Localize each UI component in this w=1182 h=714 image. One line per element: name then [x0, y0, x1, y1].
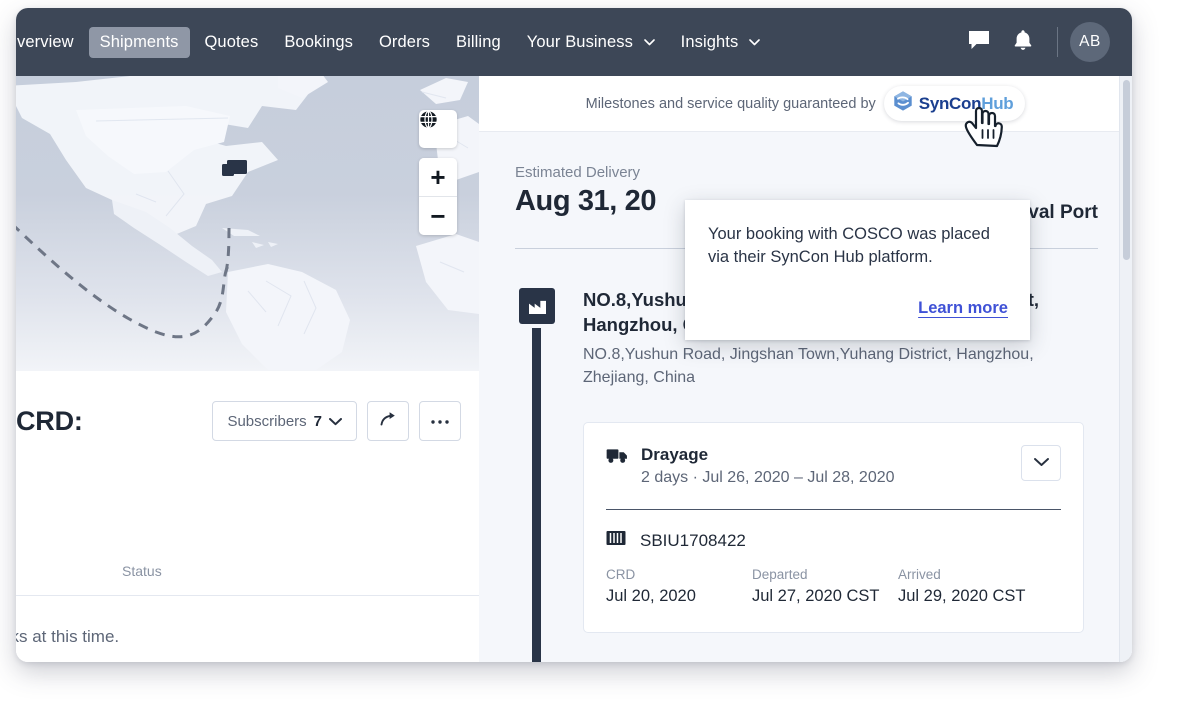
- leg-expand-button[interactable]: [1021, 445, 1061, 481]
- factory-icon: [519, 288, 555, 324]
- nav-item-label: Billing: [456, 32, 501, 51]
- notifications-button[interactable]: [1001, 20, 1045, 64]
- estimated-delivery-value: Aug 31, 20: [515, 185, 657, 217]
- shipment-map[interactable]: + −: [16, 76, 479, 371]
- tasks-empty-row: sks at this time.: [16, 596, 479, 662]
- nav-divider: [1057, 27, 1058, 57]
- avatar-initials: AB: [1079, 33, 1101, 50]
- ellipsis-icon: [430, 412, 450, 430]
- subscribers-label: Subscribers: [227, 412, 307, 430]
- nav-item-label: Shipments: [99, 32, 179, 51]
- status-column-header-row: Status: [16, 546, 479, 596]
- right-panel: Milestones and service quality guarantee…: [479, 76, 1132, 662]
- share-arrow-icon: [380, 411, 397, 431]
- nav-item-orders[interactable]: Orders: [368, 27, 441, 58]
- map-landmasses: [16, 76, 479, 370]
- date-column-departed: Departed Jul 27, 2020 CST: [752, 567, 898, 606]
- map-globe-button[interactable]: [419, 110, 457, 148]
- route-dashed-line-2: [224, 227, 231, 273]
- nav-item-label: Bookings: [284, 32, 353, 51]
- nav-primary-links: verview Shipments Quotes Bookings Orders…: [16, 8, 773, 76]
- date-value: Jul 29, 2020 CST: [898, 587, 1026, 605]
- tasks-empty-text: sks at this time.: [16, 626, 120, 646]
- scrollbar-thumb[interactable]: [1123, 80, 1130, 260]
- guarantee-text: Milestones and service quality guarantee…: [585, 95, 876, 112]
- date-column-arrived: Arrived Jul 29, 2020 CST: [898, 567, 1044, 606]
- leg-duration-dates: 2 days · Jul 26, 2020 – Jul 28, 2020: [641, 469, 895, 486]
- app-window: verview Shipments Quotes Bookings Orders…: [16, 8, 1132, 662]
- date-label: Departed: [752, 567, 808, 582]
- top-navigation-bar: verview Shipments Quotes Bookings Orders…: [16, 8, 1132, 76]
- chevron-down-icon: [749, 35, 760, 49]
- estimated-delivery-label: Estimated Delivery: [515, 164, 641, 181]
- avatar[interactable]: AB: [1070, 22, 1110, 62]
- subscribers-count: 7: [313, 412, 322, 430]
- nav-item-your-business[interactable]: Your Business: [516, 27, 666, 58]
- truck-icon: [606, 447, 629, 469]
- learn-more-link[interactable]: Learn more: [918, 299, 1008, 318]
- chevron-down-icon: [329, 413, 342, 430]
- date-column-crd: CRD Jul 20, 2020: [606, 567, 752, 606]
- screenshot-root: verview Shipments Quotes Bookings Orders…: [0, 0, 1182, 714]
- content-area: + − CRD: Subscribers 7 Status s at this …: [16, 76, 1132, 662]
- synconhub-mark-icon: [892, 90, 914, 117]
- chat-icon: [968, 30, 990, 55]
- date-label: Arrived: [898, 567, 941, 582]
- container-icon: [606, 530, 626, 551]
- shipment-header-row: CRD: Subscribers 7: [16, 371, 479, 471]
- date-value: Jul 27, 2020 CST: [752, 587, 880, 605]
- nav-item-quotes[interactable]: Quotes: [194, 27, 270, 58]
- nav-item-label: Insights: [680, 32, 739, 51]
- nav-item-label: Orders: [379, 32, 431, 51]
- map-zoom-group: + −: [419, 158, 457, 235]
- synconhub-logo-button[interactable]: SynConHub: [883, 86, 1026, 121]
- estimated-delivery-block: Estimated Delivery Aug 31, 20: [515, 164, 656, 218]
- leg-header: Drayage 2 days · Jul 26, 2020 – Jul 28, …: [584, 423, 1083, 487]
- container-dates-row: CRD Jul 20, 2020 Departed Jul 27, 2020 C…: [584, 551, 1083, 632]
- logo-secondary-text: Hub: [981, 93, 1014, 113]
- date-label: CRD: [606, 567, 636, 582]
- nav-item-shipments[interactable]: Shipments: [88, 26, 190, 58]
- chevron-down-icon: [643, 35, 655, 49]
- minus-icon: −: [430, 201, 446, 231]
- nav-item-label: verview: [17, 32, 74, 51]
- leg-name: Drayage: [641, 445, 709, 464]
- header-actions: Subscribers 7: [212, 401, 461, 441]
- date-value: Jul 20, 2020: [606, 587, 696, 605]
- synconhub-wordmark: SynConHub: [919, 94, 1014, 114]
- nav-utility-area: AB: [957, 20, 1132, 64]
- status-column-header: Status: [122, 562, 162, 579]
- share-button[interactable]: [367, 401, 409, 441]
- timeline-connector: [532, 328, 541, 662]
- subscribers-button[interactable]: Subscribers 7: [212, 401, 357, 441]
- plus-icon: +: [430, 162, 446, 192]
- syncon-hub-tooltip: Your booking with COSCO was placed via t…: [685, 200, 1030, 340]
- nav-item-label: Quotes: [204, 32, 259, 51]
- logo-primary-text: SynCon: [918, 93, 982, 113]
- guarantee-banner: Milestones and service quality guarantee…: [479, 76, 1132, 132]
- bell-icon: [1013, 29, 1033, 56]
- stop-subtitle: NO.8,Yushun Road, Jingshan Town,Yuhang D…: [583, 346, 1034, 387]
- nav-item-overview[interactable]: verview: [16, 27, 85, 58]
- page-title: CRD:: [16, 405, 83, 436]
- left-panel: + − CRD: Subscribers 7 Status s at this …: [16, 76, 479, 662]
- leg-text-block: Drayage 2 days · Jul 26, 2020 – Jul 28, …: [641, 445, 895, 487]
- nav-item-bookings[interactable]: Bookings: [273, 27, 364, 58]
- leg-card-drayage: Drayage 2 days · Jul 26, 2020 – Jul 28, …: [583, 422, 1084, 633]
- messages-button[interactable]: [957, 20, 1001, 64]
- map-zoom-out-button[interactable]: −: [419, 196, 457, 235]
- container-id: SBIU1708422: [640, 530, 746, 550]
- container-row: SBIU1708422: [584, 510, 1083, 551]
- route-dashed-line: [16, 225, 230, 339]
- nav-item-billing[interactable]: Billing: [445, 27, 512, 58]
- tooltip-text: Your booking with COSCO was placed via t…: [708, 225, 990, 267]
- chevron-down-icon: [1033, 454, 1049, 472]
- map-zoom-in-button[interactable]: +: [419, 158, 457, 196]
- more-options-button[interactable]: [419, 401, 461, 441]
- map-controls: + −: [419, 110, 457, 235]
- nav-item-insights[interactable]: Insights: [670, 27, 771, 58]
- right-panel-scrollbar[interactable]: [1119, 76, 1132, 662]
- nav-item-label: Your Business: [526, 32, 633, 51]
